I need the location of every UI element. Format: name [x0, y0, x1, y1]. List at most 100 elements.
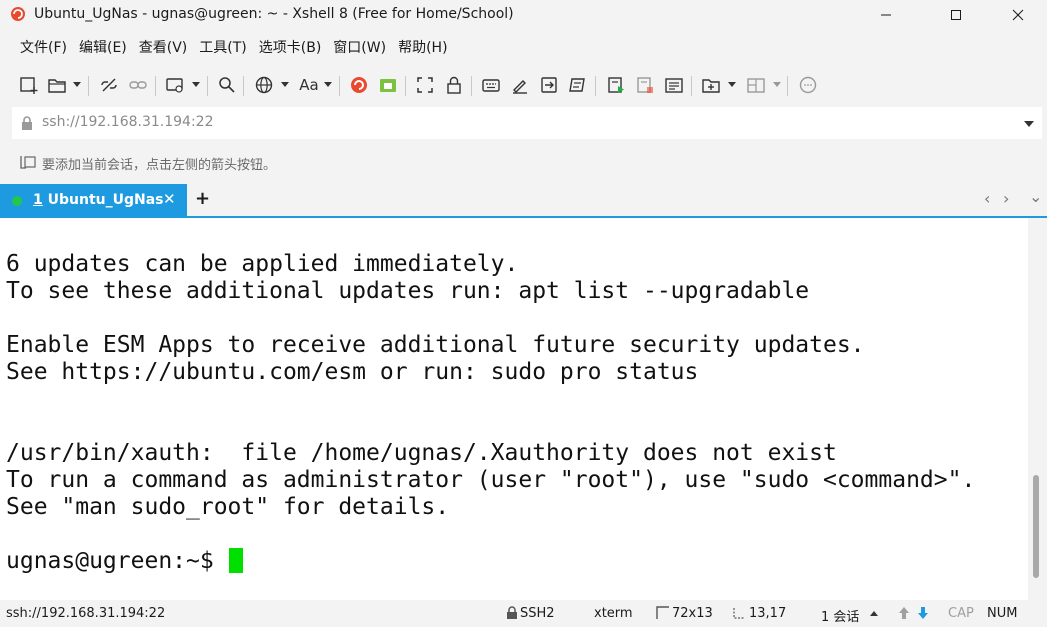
xshell-icon	[351, 77, 367, 93]
new-tab-button[interactable]	[700, 74, 722, 96]
toolbar-separator	[207, 76, 208, 96]
encoding-dropdown-arrow[interactable]	[281, 82, 289, 87]
add-session-arrow-icon[interactable]	[19, 154, 37, 170]
terminal-scrollbar[interactable]	[1028, 218, 1047, 600]
toolbar-separator	[405, 76, 406, 96]
status-protocol: SSH2	[520, 606, 555, 621]
tab-close-icon[interactable]: ✕	[163, 190, 176, 208]
tab-next-icon[interactable]: ›	[1003, 190, 1009, 208]
close-icon	[1012, 9, 1024, 21]
toolbar-separator	[243, 76, 244, 96]
connection-status-dot	[12, 196, 22, 206]
toolbar-separator	[471, 76, 472, 96]
address-bar[interactable]: ssh://192.168.31.194:22	[12, 107, 1042, 139]
tab-prev-icon[interactable]: ‹	[984, 190, 990, 208]
close-button[interactable]	[995, 0, 1041, 30]
sessions-up-arrow-icon[interactable]	[870, 611, 878, 616]
menu-tab[interactable]: 选项卡(B)	[253, 36, 328, 60]
fullscreen-icon	[417, 77, 433, 93]
fullscreen-button[interactable]	[414, 74, 436, 96]
toolbar-separator	[787, 76, 788, 96]
menu-help[interactable]: 帮助(H)	[392, 36, 453, 60]
terminal-line: To run a command as administrator (user …	[6, 467, 976, 493]
status-sessions[interactable]: 1 会话	[821, 606, 859, 625]
terminal-cursor	[229, 548, 243, 573]
lock-icon	[447, 76, 461, 94]
menu-file[interactable]: 文件(F)	[14, 36, 73, 60]
maximize-button[interactable]	[933, 0, 979, 30]
new-window-dropdown-arrow[interactable]	[192, 82, 200, 87]
layout-button[interactable]	[745, 74, 767, 96]
terminal-prompt: ugnas@ugreen:~$	[6, 548, 228, 574]
maximize-icon	[951, 10, 961, 20]
xshell-button[interactable]	[348, 74, 370, 96]
lock-button[interactable]	[443, 74, 465, 96]
open-dropdown-arrow[interactable]	[73, 82, 81, 87]
font-dropdown-arrow[interactable]	[324, 82, 332, 87]
reconnect-icon	[129, 81, 147, 89]
start-log-icon	[608, 77, 624, 93]
terminal-line: Enable ESM Apps to receive additional fu…	[6, 332, 865, 358]
new-tab-dropdown-arrow[interactable]	[728, 82, 736, 87]
status-caps-lock: CAP	[948, 606, 974, 621]
disconnect-icon	[101, 78, 117, 92]
disconnect-button[interactable]	[98, 74, 120, 96]
status-bar: ssh://192.168.31.194:22 SSH2 xterm 72x13…	[0, 600, 1047, 627]
toolbar-separator	[155, 76, 156, 96]
new-window-icon	[166, 78, 183, 93]
globe-icon	[255, 76, 273, 94]
search-icon	[219, 77, 235, 93]
tab-number: 1	[33, 192, 43, 208]
address-input[interactable]: ssh://192.168.31.194:22	[42, 114, 213, 130]
hint-text: 要添加当前会话，点击左侧的箭头按钮。	[42, 158, 277, 173]
menu-tools[interactable]: 工具(T)	[193, 36, 252, 60]
tab-menu-chevron-icon[interactable]: ⌄	[1029, 188, 1042, 206]
encoding-button[interactable]	[253, 74, 275, 96]
minimize-button[interactable]	[863, 0, 909, 30]
scrollbar-thumb[interactable]	[1033, 475, 1039, 578]
status-terminal-type: xterm	[594, 606, 633, 621]
status-terminal-size: 72x13	[672, 606, 713, 621]
terminal-line: See https://ubuntu.com/esm or run: sudo …	[6, 359, 699, 385]
address-dropdown-arrow[interactable]	[1024, 121, 1034, 127]
xftp-button[interactable]	[377, 74, 399, 96]
start-log-button[interactable]	[605, 74, 627, 96]
print-button[interactable]	[634, 74, 656, 96]
menu-bar: 文件(F) 编辑(E) 查看(V) 工具(T) 选项卡(B) 窗口(W) 帮助(…	[0, 36, 454, 60]
keyboard-button[interactable]	[480, 74, 502, 96]
download-arrow-icon	[918, 607, 928, 619]
menu-window[interactable]: 窗口(W)	[327, 36, 392, 60]
highlight-icon	[513, 80, 527, 94]
compose-button[interactable]	[663, 74, 685, 96]
new-session-button[interactable]	[18, 74, 40, 96]
toolbar-separator	[339, 76, 340, 96]
font-button[interactable]: Aa	[296, 74, 322, 96]
chat-button[interactable]	[797, 74, 819, 96]
terminal-output[interactable]: 6 updates can be applied immediately. To…	[0, 218, 1028, 600]
window-title: Ubuntu_UgNas - ugnas@ugreen: ~ - Xshell …	[34, 6, 514, 22]
find-button[interactable]	[216, 74, 238, 96]
keyboard-icon	[482, 79, 500, 92]
script-icon	[569, 78, 585, 92]
toolbar-separator	[88, 76, 89, 96]
reconnect-button[interactable]	[127, 74, 149, 96]
new-tab-plus-icon[interactable]: +	[195, 188, 210, 209]
new-window-button[interactable]	[164, 74, 186, 96]
menu-view[interactable]: 查看(V)	[133, 36, 194, 60]
toolbar: Aa	[0, 68, 1047, 102]
tab-ubuntu-ugnas[interactable]: 1 Ubuntu_UgNas ✕	[0, 184, 187, 216]
send-button[interactable]	[538, 74, 560, 96]
terminal-line: See "man sudo_root" for details.	[6, 494, 450, 520]
upload-arrow-icon	[899, 607, 909, 619]
compose-icon	[665, 78, 683, 93]
terminal-line: 6 updates can be applied immediately.	[6, 251, 519, 277]
highlight-button[interactable]	[509, 74, 531, 96]
xshell-window: Ubuntu_UgNas - ugnas@ugreen: ~ - Xshell …	[0, 0, 1047, 627]
new-tab-icon	[702, 79, 720, 93]
layout-dropdown-arrow[interactable]	[773, 82, 781, 87]
menu-edit[interactable]: 编辑(E)	[73, 36, 133, 60]
session-hint-bar: 要添加当前会话，点击左侧的箭头按钮。	[0, 148, 1047, 176]
open-button[interactable]	[46, 74, 68, 96]
print-icon	[637, 77, 653, 93]
script-button[interactable]	[566, 74, 588, 96]
